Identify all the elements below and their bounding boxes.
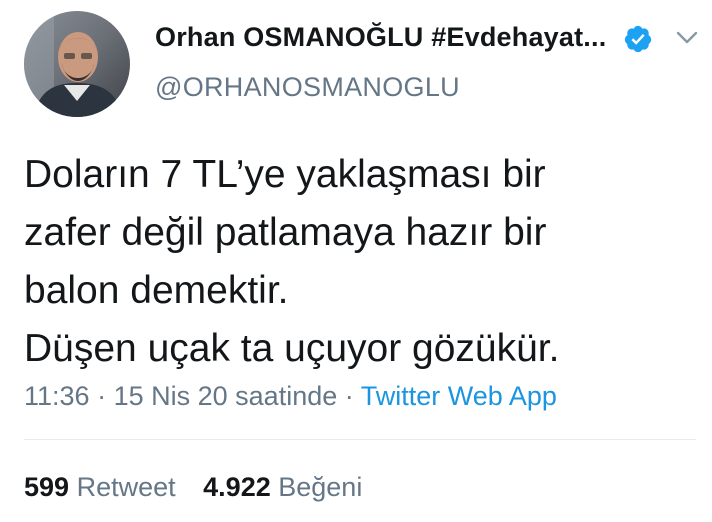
tweet-text-line: zafer değil patlamaya hazır bir	[24, 211, 547, 254]
tweet-time[interactable]: 11:36	[24, 381, 90, 411]
avatar-image	[24, 11, 130, 117]
tweet-text: Doların 7 TL’ye yaklaşması bir zafer değ…	[24, 146, 694, 378]
meta-separator: ·	[97, 381, 107, 411]
tweet-card: Orhan OSMANOĞLU #Evdehayat... @ORHANOSMA…	[0, 0, 712, 522]
tweet-text-line: Doların 7 TL’ye yaklaşması bir	[24, 153, 546, 196]
tweet-metadata: 11:36 · 15 Nis 20 saatinde · Twitter Web…	[24, 381, 557, 412]
meta-separator: ·	[344, 381, 354, 411]
avatar[interactable]	[24, 11, 130, 117]
verified-badge-icon	[624, 25, 652, 53]
tweet-source-link[interactable]: Twitter Web App	[361, 381, 557, 411]
likes-label: Beğeni	[278, 472, 363, 502]
likes-count: 4.922	[203, 472, 271, 502]
chevron-down-icon[interactable]	[674, 28, 700, 48]
tweet-date[interactable]: 15 Nis 20 saatinde	[114, 381, 338, 411]
divider	[24, 439, 696, 440]
author-name[interactable]: Orhan OSMANOĞLU #Evdehayat...	[155, 22, 606, 53]
tweet-stats: 599 Retweet 4.922 Beğeni	[24, 472, 362, 503]
tweet-text-line: balon demektir.	[24, 269, 289, 312]
retweets-count: 599	[24, 472, 70, 502]
retweets-stat[interactable]: 599 Retweet	[24, 472, 183, 502]
author-handle[interactable]: @ORHANOSMANOGLU	[155, 72, 460, 103]
retweets-label: Retweet	[76, 472, 176, 502]
likes-stat[interactable]: 4.922 Beğeni	[203, 472, 362, 502]
tweet-text-line: Düşen uçak ta uçuyor gözükür.	[24, 327, 560, 370]
